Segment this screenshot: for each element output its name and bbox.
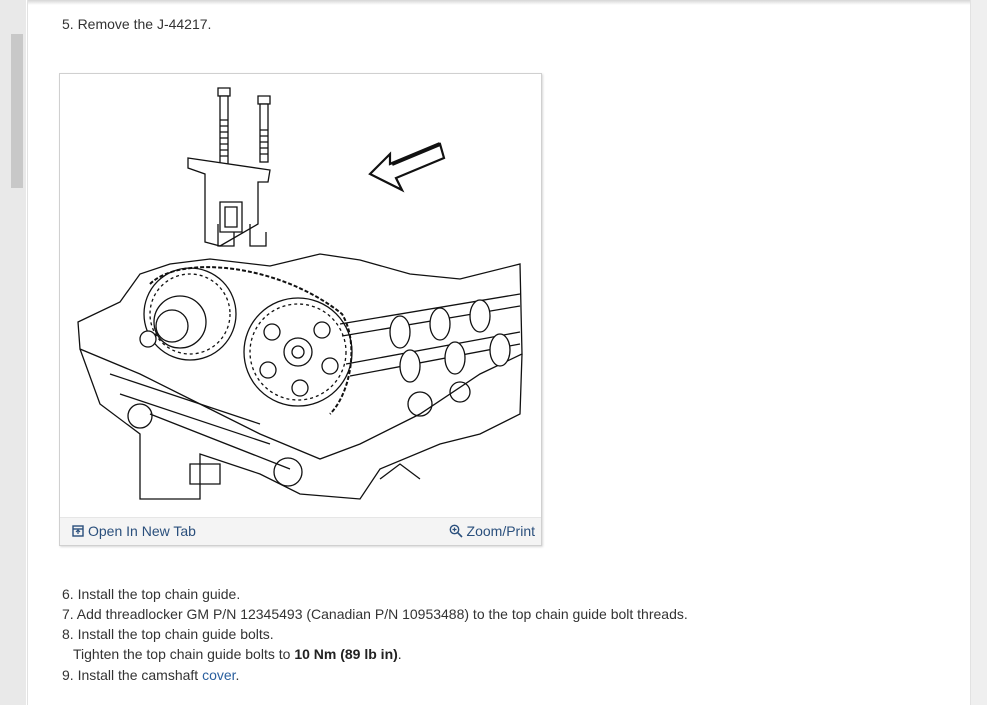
step-8: 8. Install the top chain guide bolts. — [62, 626, 274, 642]
figure: Open In New Tab Zoom/Print — [59, 73, 542, 546]
bolt-2 — [257, 95, 271, 163]
torque-value: 10 Nm (89 lb in) — [294, 646, 398, 662]
figure-toolbar: Open In New Tab Zoom/Print — [60, 517, 541, 545]
engine-illustration — [77, 87, 523, 500]
zoom-in-icon — [449, 524, 463, 538]
left-gutter — [0, 0, 26, 705]
step-9-text: 9. Install the camshaft — [62, 667, 203, 683]
right-edge — [969, 0, 987, 705]
step-9-suffix: . — [235, 667, 240, 683]
top-shadow — [28, 0, 970, 5]
open-in-new-tab-button[interactable]: Open In New Tab — [72, 523, 196, 539]
step-5: 5. Remove the J-44217. — [62, 16, 212, 32]
scrollbar-thumb[interactable] — [11, 34, 23, 188]
camshaft-cover-link[interactable]: cover — [202, 667, 235, 683]
torque-suffix: . — [397, 646, 402, 662]
zoom-print-button[interactable]: Zoom/Print — [449, 523, 535, 539]
open-in-new-tab-icon — [72, 525, 84, 537]
bolt-1 — [217, 87, 231, 167]
zoom-print-label: Zoom/Print — [466, 523, 535, 539]
step-7: 7. Add threadlocker GM P/N 12345493 (Can… — [62, 606, 688, 622]
torque-text: Tighten the top chain guide bolts to — [73, 646, 295, 662]
step-6: 6. Install the top chain guide. — [62, 586, 241, 602]
step-8-torque-spec: Tighten the top chain guide bolts to 10 … — [73, 645, 402, 663]
content-panel: 5. Remove the J-44217. Open In New Tab Z… — [27, 0, 971, 705]
step-9: 9. Install the camshaft cover. — [62, 666, 239, 684]
open-in-new-tab-label: Open In New Tab — [88, 523, 196, 539]
